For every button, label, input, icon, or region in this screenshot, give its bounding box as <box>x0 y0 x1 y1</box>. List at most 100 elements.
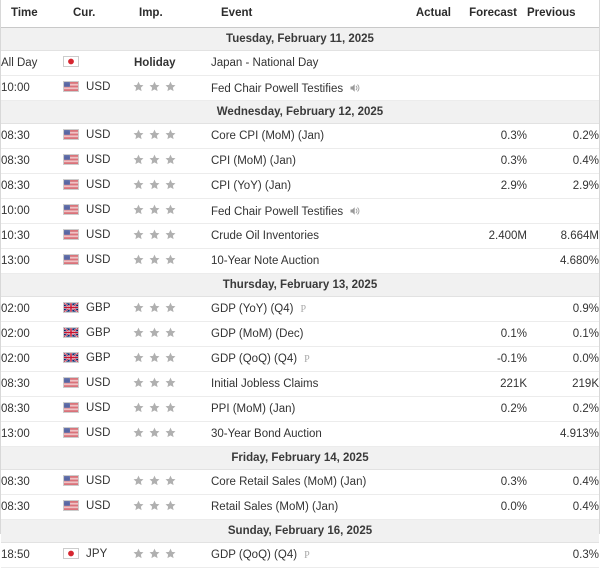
star-icon <box>133 352 144 363</box>
event-forecast: 0.0% <box>461 494 527 520</box>
event-row[interactable]: 18:50 JPY GDP (QoQ) (Q4) P 0.3% <box>1 542 599 568</box>
event-importance-cell <box>133 542 211 568</box>
event-previous <box>527 75 599 101</box>
event-previous: 219K <box>527 371 599 397</box>
event-name-cell[interactable]: Fed Chair Powell Testifies <box>211 75 393 101</box>
event-name-cell[interactable]: 10-Year Note Auction <box>211 248 393 274</box>
star-icon <box>149 129 160 140</box>
event-name-cell[interactable]: Core CPI (MoM) (Jan) <box>211 123 393 149</box>
event-name-cell[interactable]: Fed Chair Powell Testifies <box>211 198 393 224</box>
event-actual <box>393 346 461 372</box>
event-row[interactable]: 08:30 USD Core CPI (MoM) (Jan) 0.3% 0.2% <box>1 123 599 149</box>
flag-icon-us <box>63 402 79 414</box>
importance-stars <box>133 129 176 140</box>
flag-icon-gb <box>63 352 79 364</box>
flag-icon-us <box>63 204 79 216</box>
event-forecast <box>461 296 527 322</box>
star-icon <box>149 81 160 92</box>
event-name-cell[interactable]: Crude Oil Inventories <box>211 223 393 249</box>
star-icon <box>165 548 176 559</box>
event-currency-cell: GBP <box>63 321 133 347</box>
event-name: Crude Oil Inventories <box>211 229 320 242</box>
star-icon <box>149 254 160 265</box>
event-name: Japan - National Day <box>211 56 319 69</box>
star-icon <box>133 154 144 165</box>
event-row[interactable]: 10:00 USD Fed Chair Powell Testifies <box>1 75 599 101</box>
event-name-cell[interactable]: Retail Sales (MoM) (Jan) <box>211 494 393 520</box>
preliminary-marker: P <box>304 550 310 562</box>
event-name-cell[interactable]: Initial Jobless Claims <box>211 371 393 397</box>
flag-icon-us <box>63 427 79 439</box>
star-icon <box>165 129 176 140</box>
event-row[interactable]: 08:30 USD CPI (YoY) (Jan) 2.9% 2.9% <box>1 173 599 199</box>
column-header-time[interactable]: Time <box>1 0 63 28</box>
column-header-importance[interactable]: Imp. <box>133 0 211 28</box>
currency-label: USD <box>86 376 111 389</box>
event-name-cell[interactable]: Core Retail Sales (MoM) (Jan) <box>211 469 393 495</box>
event-row[interactable]: 08:30 USD Retail Sales (MoM) (Jan) 0.0% 0.4% <box>1 494 599 520</box>
event-row[interactable]: All Day Holiday Japan - National Day <box>1 50 599 76</box>
event-time: 08:30 <box>1 148 63 174</box>
star-icon <box>133 204 144 215</box>
event-currency-cell: USD <box>63 371 133 397</box>
event-name: 10-Year Note Auction <box>211 254 320 267</box>
event-row[interactable]: 02:00 GBP GDP (MoM) (Dec) 0.1% 0.1% <box>1 321 599 347</box>
event-row[interactable]: 13:00 USD 30-Year Bond Auction 4.913% <box>1 421 599 447</box>
column-header-event[interactable]: Event <box>211 0 393 28</box>
currency-label: USD <box>86 253 111 266</box>
flag-icon-us <box>63 129 79 141</box>
event-time: 02:00 <box>1 296 63 322</box>
event-importance-cell <box>133 346 211 372</box>
event-row[interactable]: 08:30 USD CPI (MoM) (Jan) 0.3% 0.4% <box>1 148 599 174</box>
event-forecast: 0.3% <box>461 469 527 495</box>
event-currency-cell: USD <box>63 469 133 495</box>
event-time: 08:30 <box>1 494 63 520</box>
event-name-cell[interactable]: CPI (YoY) (Jan) <box>211 173 393 199</box>
star-icon <box>149 427 160 438</box>
importance-stars <box>133 327 176 338</box>
event-previous: 4.680% <box>527 248 599 274</box>
event-importance-cell <box>133 494 211 520</box>
date-label: Sunday, February 16, 2025 <box>1 519 599 543</box>
event-row[interactable]: 10:30 USD Crude Oil Inventories 2.400M 8.664… <box>1 223 599 249</box>
event-row[interactable]: 08:30 USD Core Retail Sales (MoM) (Jan) 0.3… <box>1 469 599 495</box>
event-name-cell[interactable]: GDP (QoQ) (Q4) P <box>211 346 393 372</box>
column-header-forecast[interactable]: Forecast <box>461 0 527 28</box>
event-name-cell[interactable]: Japan - National Day <box>211 50 393 76</box>
importance-stars <box>133 548 176 559</box>
event-previous: 2.9% <box>527 173 599 199</box>
event-name-cell[interactable]: PPI (MoM) (Jan) <box>211 396 393 422</box>
event-name-cell[interactable]: CPI (MoM) (Jan) <box>211 148 393 174</box>
speaker-icon[interactable] <box>349 205 361 217</box>
event-previous: 0.2% <box>527 396 599 422</box>
column-header-actual[interactable]: Actual <box>393 0 461 28</box>
event-time: 08:30 <box>1 396 63 422</box>
event-name: CPI (YoY) (Jan) <box>211 179 292 192</box>
event-name: Core Retail Sales (MoM) (Jan) <box>211 475 367 488</box>
event-actual <box>393 321 461 347</box>
event-name-cell[interactable]: GDP (MoM) (Dec) <box>211 321 393 347</box>
currency-label: USD <box>86 80 111 93</box>
star-icon <box>149 548 160 559</box>
importance-stars <box>133 81 176 92</box>
event-row[interactable]: 08:30 USD PPI (MoM) (Jan) 0.2% 0.2% <box>1 396 599 422</box>
event-row[interactable]: 10:00 USD Fed Chair Powell Testifies <box>1 198 599 224</box>
event-name-cell[interactable]: GDP (QoQ) (Q4) P <box>211 542 393 568</box>
event-row[interactable]: 13:00 USD 10-Year Note Auction 4.680% <box>1 248 599 274</box>
event-time: 10:00 <box>1 198 63 224</box>
event-name-cell[interactable]: GDP (YoY) (Q4) P <box>211 296 393 322</box>
event-time: 08:30 <box>1 123 63 149</box>
date-label: Tuesday, February 11, 2025 <box>1 27 599 51</box>
star-icon <box>133 254 144 265</box>
event-row[interactable]: 02:00 GBP GDP (QoQ) (Q4) P -0.1% 0.0% <box>1 346 599 372</box>
event-forecast: 2.9% <box>461 173 527 199</box>
column-header-currency[interactable]: Cur. <box>63 0 133 28</box>
column-header-previous[interactable]: Previous <box>527 0 599 28</box>
event-name-cell[interactable]: 30-Year Bond Auction <box>211 421 393 447</box>
star-icon <box>149 352 160 363</box>
event-row[interactable]: 08:30 USD Initial Jobless Claims 221K 219K <box>1 371 599 397</box>
event-actual <box>393 173 461 199</box>
speaker-icon[interactable] <box>349 82 361 94</box>
event-row[interactable]: 02:00 GBP GDP (YoY) (Q4) P 0.9% <box>1 296 599 322</box>
currency-label: USD <box>86 153 111 166</box>
